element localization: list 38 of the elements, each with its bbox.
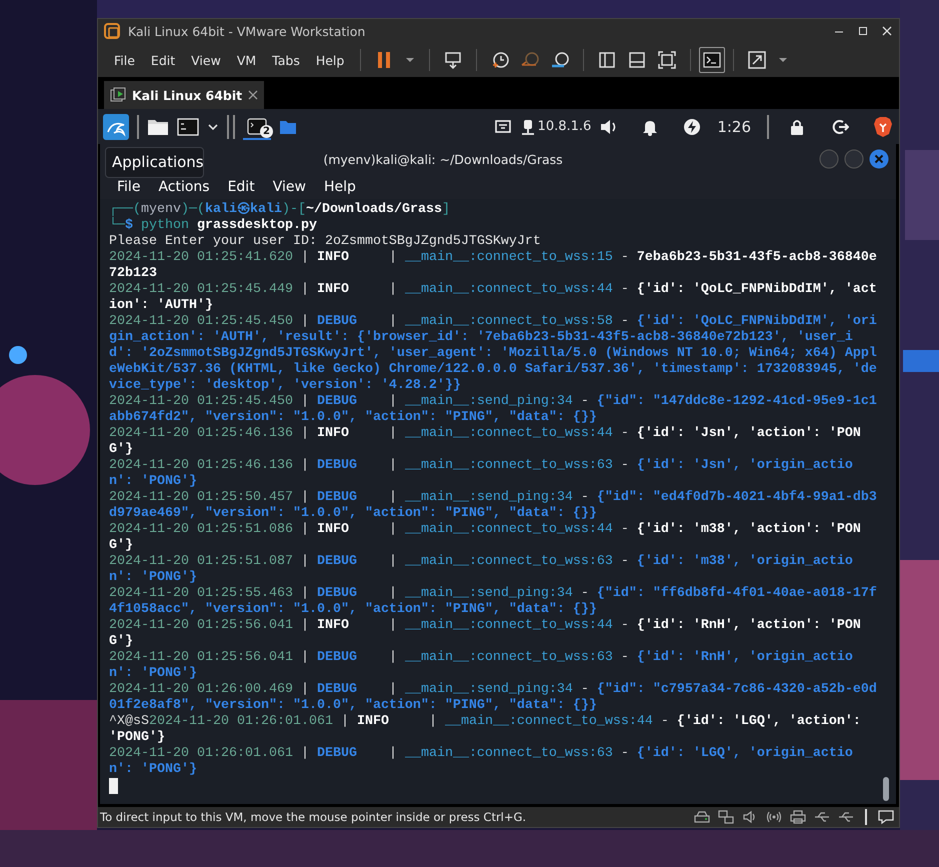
menu-item[interactable]: Help	[314, 178, 365, 194]
output-line: Please Enter your user ID: 2oZsmmotSBgJZgnd5JTGSKwyJrt	[109, 234, 542, 250]
menu-item[interactable]: Edit	[218, 178, 264, 194]
log-line: 2024-11-20 01:25:51.086 | INFO | __main__:connect_to_wss:44 - {'id': 'm38', 'action': 'PONG'}	[109, 522, 862, 554]
taskbar-terminal[interactable]: 2	[243, 114, 271, 140]
status-message: To direct input to this VM, move the mouse pointer inside or press Ctrl+G.	[100, 810, 526, 824]
prompt-line: ┌──(myenv)─(kali㉿kali)-[~/Downloads/Grass]	[109, 202, 451, 217]
log-line: 2024-11-20 01:25:50.457 | DEBUG | __main__:send_ping:34 - {"id": "ed4f0d7b-4021-4bf4-99a1-db3d979ae469", "version": "1.0.0", "action": "PING", "data": {}}	[109, 490, 878, 522]
window-title: (myenv)kali@kali: ~/Downloads/Grass	[323, 152, 563, 166]
log-line: 2024-11-20 01:26:01.061 | DEBUG | __main__:connect_to_wss:63 - {'id': 'LGQ', 'origin_action': 'PONG'}	[109, 746, 854, 778]
vm-tab[interactable]: Kali Linux 64bit	[104, 81, 264, 109]
log-line: 2024-11-20 01:25:56.041 | DEBUG | __main__:connect_to_wss:63 - {'id': 'RnH', 'origin_action': 'PONG'}	[109, 650, 854, 682]
log-line: 2024-11-20 01:25:46.136 | DEBUG | __main__:connect_to_wss:63 - {'id': 'Jsn', 'origin_action': 'PONG'}	[109, 458, 854, 490]
log-line: 2024-11-20 01:25:51.087 | DEBUG | __main__:connect_to_wss:63 - {'id': 'm38', 'origin_action': 'PONG'}	[109, 554, 854, 586]
menu-item[interactable]: Tabs	[264, 50, 308, 70]
log-line: ^X@sS2024-11-20 01:26:01.061 | INFO | __main__:connect_to_wss:44 - {'id': 'LGQ', 'action': 'PONG'}	[109, 714, 862, 746]
log-line: 2024-11-20 01:25:41.620 | INFO | __main__:connect_to_wss:15 - 7eba6b23-5b31-43f5-acb8-36840e72b123	[109, 250, 878, 282]
clock[interactable]: 1:26	[717, 118, 751, 136]
menu-item[interactable]: VM	[228, 50, 264, 70]
log-line: 2024-11-20 01:25:45.450 | DEBUG | __main__:send_ping:34 - {"id": "147ddc8e-1292-41cd-95e9-1c1abb674fd2", "version": "1.0.0", "action": "PING", "data": {}}	[109, 394, 878, 426]
ip-address: 10.8.1.6	[538, 119, 592, 134]
log-line: 2024-11-20 01:25:46.136 | INFO | __main__:connect_to_wss:44 - {'id': 'Jsn', 'action': 'PONG'}	[109, 426, 862, 458]
log-line: 2024-11-20 01:25:55.463 | DEBUG | __main__:send_ping:34 - {"id": "ff6db8fd-4f01-40ae-a018-17f4f1058acc", "version": "1.0.0", "action": "PING", "data": {}}	[109, 586, 878, 618]
menu-item[interactable]: Edit	[142, 50, 184, 70]
menu-item[interactable]: View	[183, 50, 229, 70]
log-line: 2024-11-20 01:25:45.449 | INFO | __main__:connect_to_wss:44 - {'id': 'QoLC_FNPNibDdIM', 'action': 'AUTH'}	[109, 282, 878, 314]
prompt-line: └─$ python grassdesktop.py	[109, 218, 318, 234]
log-line: 2024-11-20 01:25:45.450 | DEBUG | __main__:connect_to_wss:58 - {'id': 'QoLC_FNPNibDdIM', 'origin_action': 'AUTH', 'result': {'browser_id': '7eba6b23-5b31-43f5-acb8-36840e72b123', 'user_id': '2oZsmmotSBgJZgnd5JTGSKwyJrt', 'user_agent': 'Mozilla/5.0 (Windows NT 10.0; Win64; x64) AppleWebKit/537.36 (KHTML, like Gecko) Chrome/122.0.0.0 Safari/537.36', 'timestamp': 1732083945, 'device_type': 'desktop', 'version': '4.28.2'}}	[109, 314, 878, 394]
window-title: Kali Linux 64bit - VMware Workstation	[128, 24, 366, 38]
menu-item[interactable]: View	[264, 178, 315, 194]
window-count-badge: 2	[260, 124, 273, 138]
applications-tooltip: Applications	[105, 147, 204, 178]
log-line: 2024-11-20 01:25:56.041 | INFO | __main__:connect_to_wss:44 - {'id': 'RnH', 'action': 'PONG'}	[109, 618, 862, 650]
menu-item[interactable]: File	[108, 178, 150, 194]
menu-item[interactable]: Actions	[149, 178, 219, 194]
menu-item[interactable]: File	[106, 50, 143, 70]
menu-item[interactable]: Help	[308, 50, 352, 70]
log-line: 2024-11-20 01:26:00.469 | DEBUG | __main__:send_ping:34 - {"id": "c7957a34-7c86-4320-a52b-e0d01f2e8af8", "version": "1.0.0", "action": "PING", "data": {}}	[109, 682, 878, 714]
